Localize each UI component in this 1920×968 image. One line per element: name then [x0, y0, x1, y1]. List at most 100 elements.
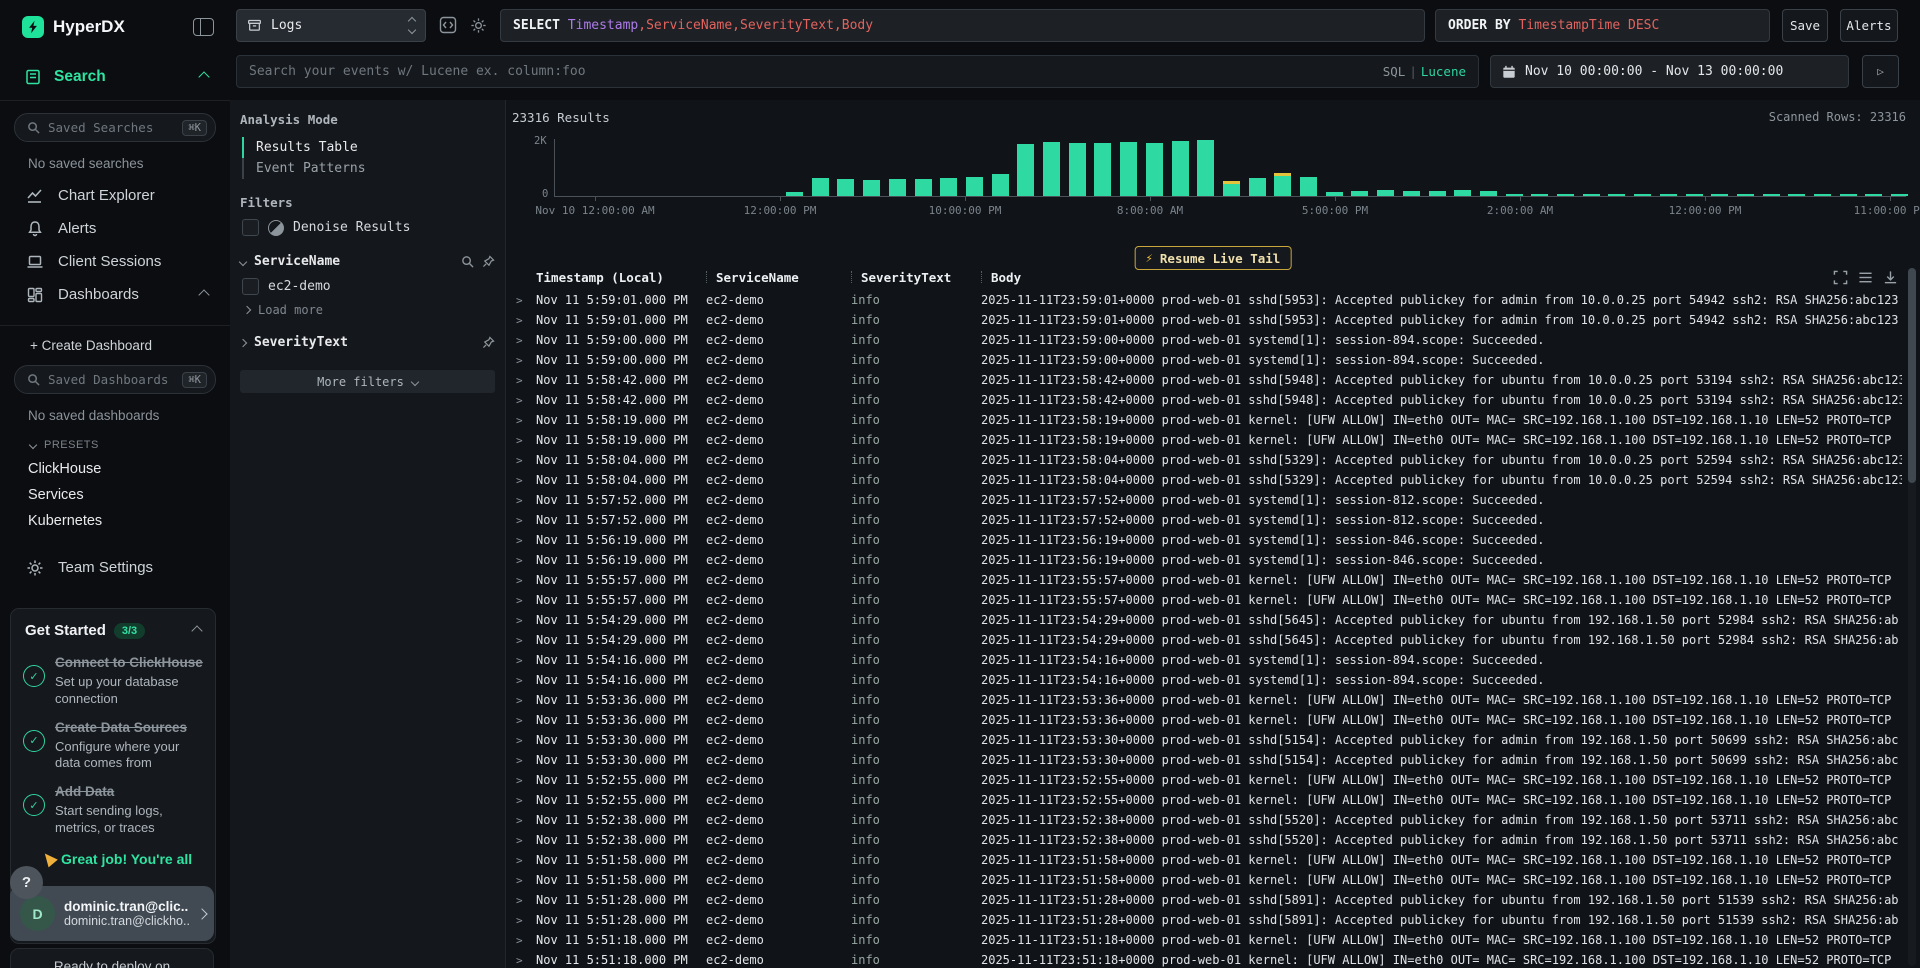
sql-mode-toggle[interactable]: SQL: [1383, 64, 1406, 79]
sidebar-item-team-settings[interactable]: Team Settings: [0, 551, 230, 584]
select-columns-input[interactable]: SELECT Timestamp,ServiceName,SeverityTex…: [500, 9, 1425, 42]
gear-icon[interactable]: [466, 13, 490, 37]
cell-timestamp: Nov 11 5:51:58.000 PM: [536, 873, 706, 887]
table-row[interactable]: >Nov 11 5:59:01.000 PMec2-demoinfo2025-1…: [506, 310, 1902, 330]
cell-body: 2025-11-11T23:55:57+0000 prod-web-01 ker…: [981, 593, 1902, 607]
table-row[interactable]: >Nov 11 5:58:19.000 PMec2-demoinfo2025-1…: [506, 430, 1902, 450]
scrollbar-thumb[interactable]: [1908, 268, 1916, 483]
ec2-demo-checkbox[interactable]: [242, 278, 259, 295]
column-header-servicename[interactable]: ServiceName: [706, 270, 851, 285]
help-button[interactable]: ?: [10, 866, 43, 899]
chevron-up-icon[interactable]: [198, 289, 209, 300]
table-row[interactable]: >Nov 11 5:51:58.000 PMec2-demoinfo2025-1…: [506, 870, 1902, 890]
sidebar-item-client-sessions[interactable]: Client Sessions: [0, 245, 230, 278]
tab-results-table[interactable]: Results Table: [242, 137, 505, 158]
cell-severity: info: [851, 853, 981, 867]
table-row[interactable]: >Nov 11 5:56:19.000 PMec2-demoinfo2025-1…: [506, 550, 1902, 570]
table-row[interactable]: >Nov 11 5:52:38.000 PMec2-demoinfo2025-1…: [506, 830, 1902, 850]
table-row[interactable]: >Nov 11 5:53:36.000 PMec2-demoinfo2025-1…: [506, 690, 1902, 710]
filter-group-severitytext[interactable]: SeverityText: [230, 317, 505, 350]
column-header-severitytext[interactable]: SeverityText: [851, 270, 981, 285]
table-row[interactable]: >Nov 11 5:53:30.000 PMec2-demoinfo2025-1…: [506, 730, 1902, 750]
saved-dashboards-input[interactable]: Saved Dashboards ⌘K: [14, 365, 216, 394]
run-query-button[interactable]: ▷: [1862, 55, 1899, 88]
preset-item-services[interactable]: Services: [0, 477, 230, 503]
table-row[interactable]: >Nov 11 5:58:42.000 PMec2-demoinfo2025-1…: [506, 370, 1902, 390]
chevron-right-icon: [243, 306, 251, 314]
create-dashboard-button[interactable]: + Create Dashboard: [0, 326, 230, 353]
chevron-up-icon[interactable]: [191, 625, 202, 636]
table-row[interactable]: >Nov 11 5:54:16.000 PMec2-demoinfo2025-1…: [506, 670, 1902, 690]
table-row[interactable]: >Nov 11 5:55:57.000 PMec2-demoinfo2025-1…: [506, 570, 1902, 590]
column-header-body[interactable]: Body: [981, 270, 1902, 285]
denoise-checkbox[interactable]: [242, 219, 259, 236]
sidebar-item-alerts[interactable]: Alerts: [0, 212, 230, 245]
user-menu[interactable]: D dominic.tran@clic... dominic.tran@clic…: [10, 886, 214, 941]
column-header-timestamp[interactable]: Timestamp (Local): [536, 270, 706, 285]
table-row[interactable]: >Nov 11 5:55:57.000 PMec2-demoinfo2025-1…: [506, 590, 1902, 610]
code-view-icon[interactable]: [436, 13, 460, 37]
lucene-mode-toggle[interactable]: Lucene: [1421, 64, 1466, 79]
sidebar-item-search[interactable]: Search: [24, 68, 208, 86]
table-row[interactable]: >Nov 11 5:58:19.000 PMec2-demoinfo2025-1…: [506, 410, 1902, 430]
chevron-up-icon[interactable]: [198, 71, 209, 82]
source-select[interactable]: Logs: [236, 9, 426, 42]
table-row[interactable]: >Nov 11 5:54:16.000 PMec2-demoinfo2025-1…: [506, 650, 1902, 670]
table-row[interactable]: >Nov 11 5:57:52.000 PMec2-demoinfo2025-1…: [506, 490, 1902, 510]
filter-group-servicename[interactable]: ServiceName: [230, 236, 505, 269]
table-row[interactable]: >Nov 11 5:54:29.000 PMec2-demoinfo2025-1…: [506, 630, 1902, 650]
cell-severity: info: [851, 353, 981, 367]
scrollbar[interactable]: [1908, 268, 1916, 966]
expand-row-icon: >: [506, 654, 536, 667]
table-row[interactable]: >Nov 11 5:52:55.000 PMec2-demoinfo2025-1…: [506, 790, 1902, 810]
tab-event-patterns[interactable]: Event Patterns: [242, 158, 505, 179]
load-more-button[interactable]: Load more: [230, 295, 505, 317]
table-row[interactable]: >Nov 11 5:58:04.000 PMec2-demoinfo2025-1…: [506, 470, 1902, 490]
table-row[interactable]: >Nov 11 5:51:18.000 PMec2-demoinfo2025-1…: [506, 930, 1902, 950]
presets-toggle[interactable]: PRESETS: [30, 439, 230, 451]
table-row[interactable]: >Nov 11 5:59:01.000 PMec2-demoinfo2025-1…: [506, 290, 1902, 310]
table-row[interactable]: >Nov 11 5:58:42.000 PMec2-demoinfo2025-1…: [506, 390, 1902, 410]
preset-item-clickhouse[interactable]: ClickHouse: [0, 451, 230, 477]
sidebar-item-dashboards[interactable]: Dashboards: [0, 278, 230, 311]
table-row[interactable]: >Nov 11 5:59:00.000 PMec2-demoinfo2025-1…: [506, 350, 1902, 370]
table-row[interactable]: >Nov 11 5:58:04.000 PMec2-demoinfo2025-1…: [506, 450, 1902, 470]
order-by-input[interactable]: ORDER BY TimestampTime DESC: [1435, 9, 1770, 42]
table-row[interactable]: >Nov 11 5:52:55.000 PMec2-demoinfo2025-1…: [506, 770, 1902, 790]
table-row[interactable]: >Nov 11 5:53:36.000 PMec2-demoinfo2025-1…: [506, 710, 1902, 730]
get-started-item[interactable]: ✓Create Data SourcesConfigure where your…: [11, 712, 215, 777]
lucene-search-input[interactable]: Search your events w/ Lucene ex. column:…: [236, 55, 1479, 88]
x-axis-tick: [780, 197, 781, 201]
pin-icon[interactable]: [482, 255, 495, 268]
saved-searches-input[interactable]: Saved Searches ⌘K: [14, 113, 216, 142]
preset-item-kubernetes[interactable]: Kubernetes: [0, 503, 230, 529]
table-row[interactable]: >Nov 11 5:57:52.000 PMec2-demoinfo2025-1…: [506, 510, 1902, 530]
get-started-item[interactable]: ✓Add DataStart sending logs, metrics, or…: [11, 776, 215, 841]
table-row[interactable]: >Nov 11 5:51:58.000 PMec2-demoinfo2025-1…: [506, 850, 1902, 870]
alerts-button[interactable]: Alerts: [1840, 9, 1898, 42]
sidebar-item-chart-explorer[interactable]: Chart Explorer: [0, 179, 230, 212]
table-row[interactable]: >Nov 11 5:52:38.000 PMec2-demoinfo2025-1…: [506, 810, 1902, 830]
pin-icon[interactable]: [482, 336, 495, 349]
table-row[interactable]: >Nov 11 5:51:28.000 PMec2-demoinfo2025-1…: [506, 910, 1902, 930]
denoise-results-row[interactable]: Denoise Results: [230, 210, 505, 236]
cell-timestamp: Nov 11 5:51:58.000 PM: [536, 853, 706, 867]
search-icon[interactable]: [461, 255, 474, 268]
get-started-item[interactable]: ✓Connect to ClickHouseSet up your databa…: [11, 647, 215, 712]
save-button[interactable]: Save: [1782, 9, 1828, 42]
table-row[interactable]: >Nov 11 5:51:18.000 PMec2-demoinfo2025-1…: [506, 950, 1902, 968]
filter-value-ec2-demo[interactable]: ec2-demo: [230, 269, 505, 295]
date-range-picker[interactable]: Nov 10 00:00:00 - Nov 13 00:00:00: [1490, 55, 1849, 88]
x-axis-tick-label: Nov 10 12:00:00 AM: [535, 204, 654, 217]
table-row[interactable]: >Nov 11 5:54:29.000 PMec2-demoinfo2025-1…: [506, 610, 1902, 630]
cell-servicename: ec2-demo: [706, 333, 851, 347]
gear-icon: [26, 559, 44, 577]
table-row[interactable]: >Nov 11 5:59:00.000 PMec2-demoinfo2025-1…: [506, 330, 1902, 350]
more-filters-button[interactable]: More filters: [240, 370, 495, 393]
results-histogram[interactable]: 2K 0 Nov 10 12:00:00 AM12:00:00 PM10:00:…: [506, 135, 1906, 217]
table-row[interactable]: >Nov 11 5:51:28.000 PMec2-demoinfo2025-1…: [506, 890, 1902, 910]
table-row[interactable]: >Nov 11 5:53:30.000 PMec2-demoinfo2025-1…: [506, 750, 1902, 770]
collapse-sidebar-icon[interactable]: [193, 18, 214, 36]
table-row[interactable]: >Nov 11 5:56:19.000 PMec2-demoinfo2025-1…: [506, 530, 1902, 550]
cell-body: 2025-11-11T23:51:28+0000 prod-web-01 ssh…: [981, 893, 1902, 907]
